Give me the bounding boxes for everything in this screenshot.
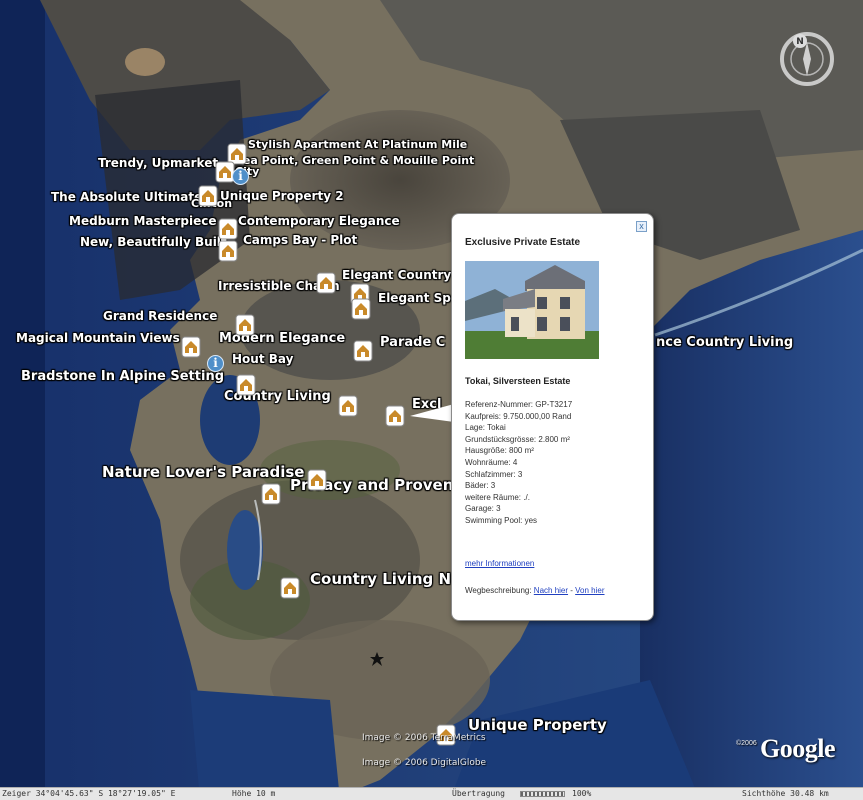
house-pin-icon[interactable]	[280, 577, 300, 599]
house-pin-icon[interactable]	[236, 374, 256, 396]
pointer-coordinates: Zeiger 34°04'45.63" S 18°27'19.05" E	[2, 789, 176, 798]
elevation-readout: Höhe 10 m	[232, 789, 276, 798]
placemark-label[interactable]: Bradstone In Alpine Setting	[21, 369, 224, 384]
info-pin-icon[interactable]: i	[207, 355, 224, 372]
placemark-label[interactable]: Unique Property 2	[220, 189, 344, 203]
balloon-tail	[410, 404, 454, 422]
placemark-label[interactable]: Trendy, Upmarket	[98, 156, 218, 170]
balloon-subtitle: Tokai, Silversteen Estate	[465, 376, 571, 386]
detail-item: Referenz-Nummer: GP-T3217	[465, 400, 573, 409]
placemark-label[interactable]: Country Living N	[310, 570, 451, 588]
detail-item: Hausgröße: 800 m²	[465, 446, 534, 456]
house-pin-icon[interactable]	[218, 218, 238, 240]
imagery-credit: Image © 2006 TerraMetrics	[362, 733, 486, 743]
more-info-link[interactable]: mehr Informationen	[465, 559, 534, 568]
placemark-label[interactable]: Parade C	[380, 335, 445, 350]
detail-item: Schlafzimmer: 3	[465, 469, 523, 479]
streaming-progress-bar	[520, 791, 565, 797]
house-pin-icon[interactable]	[338, 395, 358, 417]
placemark-label[interactable]: Contemporary Elegance	[238, 214, 400, 228]
detail-item: Wohnräume: 4	[465, 457, 518, 467]
placemark-label[interactable]: Camps Bay - Plot	[243, 233, 357, 247]
navigation-compass[interactable]: N	[778, 30, 836, 88]
placemark-info-balloon: x Exclusive Private Estate Tokai, Silver…	[451, 213, 654, 621]
placemark-label[interactable]: Unique Property	[468, 716, 607, 734]
house-pin-icon[interactable]	[181, 336, 201, 358]
placemark-label[interactable]: Medburn Masterpiece	[69, 214, 217, 228]
detail-item: Kaufpreis: 9.750.000,00 Rand	[465, 411, 572, 421]
compass-north-label: N	[796, 37, 804, 47]
detail-item: Garage: 3	[465, 504, 501, 514]
detail-item: Swimming Pool: yes	[465, 515, 538, 525]
placemark-label[interactable]: New, Beautifully Built	[80, 235, 227, 249]
placemark-label[interactable]: Nature Lover's Paradise	[102, 463, 305, 481]
status-bar: Zeiger 34°04'45.63" S 18°27'19.05" E Höh…	[0, 787, 863, 800]
house-pin-icon[interactable]	[353, 340, 373, 362]
detail-item: Grundstücksgrösse: 2.800 m²	[465, 434, 570, 444]
property-photo	[465, 261, 599, 359]
house-pin-icon[interactable]	[235, 314, 255, 336]
placemark-label[interactable]: Grand Residence	[103, 309, 217, 323]
placemark-label[interactable]: Elegant Sp	[378, 291, 451, 305]
placemark-label[interactable]: Magical Mountain Views	[16, 331, 180, 345]
placemark-label[interactable]: Hout Bay	[232, 352, 293, 366]
star-marker-icon	[370, 652, 384, 666]
placemark-label[interactable]: Sea Point, Green Point & Mouille Point	[235, 154, 474, 167]
info-pin-icon[interactable]: i	[232, 168, 249, 185]
house-pin-icon[interactable]	[351, 298, 371, 320]
streaming-label: Übertragung	[452, 789, 505, 798]
detail-item: weitere Räume: ./.	[465, 492, 530, 502]
google-copyright-year: ©2006	[736, 740, 757, 747]
google-logo: Google	[760, 734, 836, 763]
balloon-title: Exclusive Private Estate	[465, 237, 581, 248]
property-details-list: Referenz-Nummer: GP-T3217 Kaufpreis: 9.7…	[465, 399, 572, 527]
directions-to-here-link[interactable]: Nach hier	[534, 586, 568, 595]
house-pin-icon[interactable]	[307, 469, 327, 491]
house-pin-icon[interactable]	[198, 185, 218, 207]
house-pin-icon[interactable]	[316, 272, 336, 294]
house-pin-icon[interactable]	[261, 483, 281, 505]
streaming-percent: 100%	[572, 789, 592, 798]
house-pin-icon[interactable]	[385, 405, 405, 427]
detail-item: Lage: Tokai	[465, 423, 506, 433]
directions: Wegbeschreibung: Nach hier - Von hier	[465, 585, 645, 597]
directions-label: Wegbeschreibung:	[465, 586, 532, 595]
directions-from-here-link[interactable]: Von hier	[575, 586, 604, 595]
imagery-credit: Image © 2006 DigitalGlobe	[362, 758, 487, 768]
map-view[interactable]: N Stylish Apartment At Platinum Mile Tre…	[0, 0, 863, 800]
placemark-label[interactable]: Stylish Apartment At Platinum Mile	[248, 138, 467, 151]
placemark-label[interactable]: The Absolute Ultimate	[51, 190, 202, 204]
eye-altitude-readout: Sichthöhe 30.48 km	[742, 789, 829, 798]
detail-item: Bäder: 3	[465, 481, 496, 491]
placemark-label[interactable]: nce Country Living	[656, 335, 793, 350]
house-pin-icon[interactable]	[218, 240, 238, 262]
placemark-label[interactable]: Elegant Country	[342, 268, 451, 282]
close-icon[interactable]: x	[636, 221, 647, 232]
